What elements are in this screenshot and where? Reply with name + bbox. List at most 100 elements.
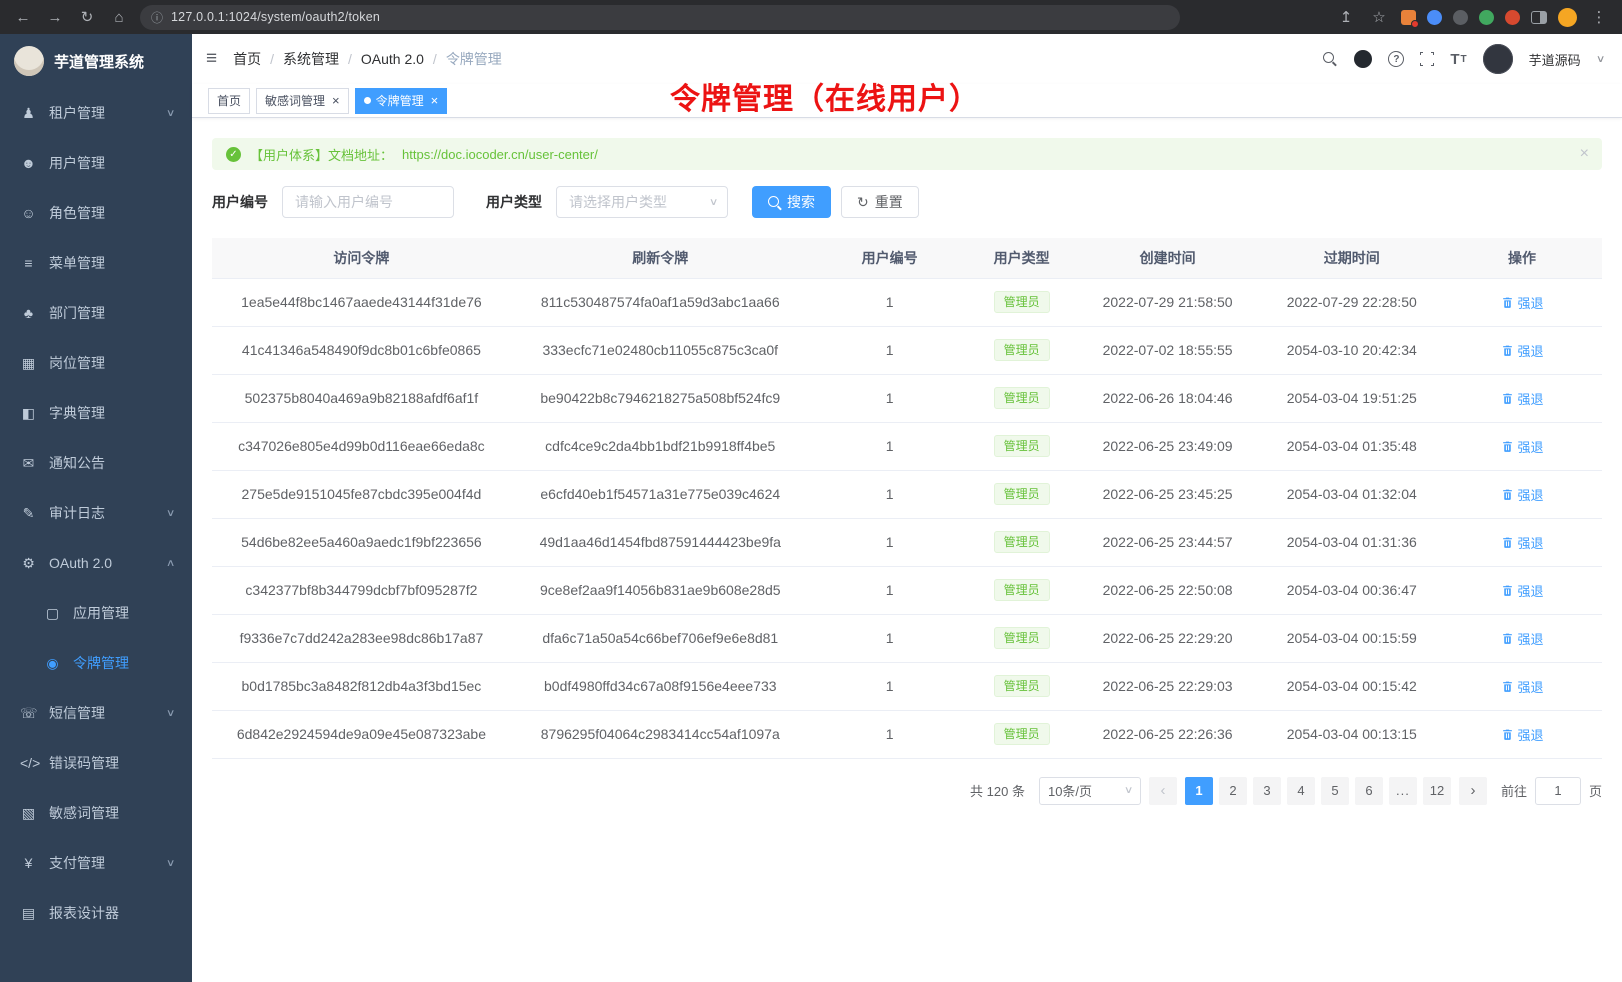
force-logout-button[interactable]: 强退	[1501, 341, 1544, 360]
sidebar-item-token[interactable]: ◉ 令牌管理	[0, 638, 192, 688]
search-button[interactable]: 搜索	[752, 186, 831, 218]
force-logout-button[interactable]: 强退	[1501, 293, 1544, 312]
sidebar-item-menu[interactable]: ≡ 菜单管理	[0, 238, 192, 288]
sidebar-item-sms[interactable]: ☏ 短信管理 ∨	[0, 688, 192, 738]
close-icon[interactable]: ×	[431, 94, 439, 107]
force-logout-button[interactable]: 强退	[1501, 725, 1544, 744]
sidebar-collapse-icon[interactable]: ≡	[206, 48, 217, 70]
sidebar-item-role[interactable]: ☺ 角色管理	[0, 188, 192, 238]
force-logout-button[interactable]: 强退	[1501, 389, 1544, 408]
breadcrumb-item[interactable]: OAuth 2.0	[361, 51, 424, 67]
font-size-icon[interactable]: TT	[1450, 51, 1466, 68]
sidebar-item-user[interactable]: ☻ 用户管理	[0, 138, 192, 188]
share-icon[interactable]: ↥	[1335, 8, 1357, 26]
sidebar-item-dict[interactable]: ◧ 字典管理	[0, 388, 192, 438]
sidebar-item-report[interactable]: ▤ 报表设计器	[0, 888, 192, 938]
user-id-input[interactable]	[282, 186, 454, 218]
page-button-1[interactable]: 1	[1185, 777, 1213, 805]
goto-label: 前往	[1501, 781, 1527, 800]
browser-profile-avatar[interactable]	[1558, 8, 1577, 27]
bookmark-star-icon[interactable]: ☆	[1368, 8, 1390, 26]
app-logo[interactable]: 芋道管理系统	[0, 34, 192, 88]
site-info-icon[interactable]: ⓘ	[151, 9, 163, 26]
force-logout-button[interactable]: 强退	[1501, 437, 1544, 456]
page-content: ✓ 【用户体系】文档地址： https://doc.iocoder.cn/use…	[192, 118, 1622, 982]
created-time-cell: 2022-06-26 18:04:46	[1074, 374, 1262, 422]
page-button-2[interactable]: 2	[1219, 777, 1247, 805]
sidebar-item-post[interactable]: ▦ 岗位管理	[0, 338, 192, 388]
extension-icon[interactable]	[1401, 10, 1416, 25]
column-header: 访问令牌	[212, 238, 511, 278]
tab-item[interactable]: 敏感词管理 ×	[256, 88, 349, 114]
reset-button[interactable]: ↻重置	[841, 186, 919, 218]
browser-actions: ↥ ☆ ⋮	[1335, 8, 1610, 27]
force-logout-button[interactable]: 强退	[1501, 485, 1544, 504]
next-page-button[interactable]: ›	[1459, 777, 1487, 805]
close-icon[interactable]: ×	[332, 94, 340, 107]
created-time-cell: 2022-06-25 22:29:03	[1074, 662, 1262, 710]
tab-item[interactable]: 令牌管理 ×	[355, 88, 448, 114]
extension-icon[interactable]	[1505, 10, 1520, 25]
delete-icon	[1501, 440, 1514, 453]
search-icon	[768, 196, 781, 209]
user-type-select-value: 请选择用户类型	[569, 192, 667, 212]
sidebar-item-notice[interactable]: ✉ 通知公告	[0, 438, 192, 488]
user-id-cell: 1	[810, 374, 970, 422]
chevron-down-icon[interactable]: ∨	[1596, 54, 1606, 65]
page-button-5[interactable]: 5	[1321, 777, 1349, 805]
page-button-6[interactable]: 6	[1355, 777, 1383, 805]
user-avatar[interactable]	[1483, 44, 1513, 74]
column-header: 过期时间	[1261, 238, 1442, 278]
forward-button[interactable]: →	[44, 9, 66, 26]
user-name[interactable]: 芋道源码	[1529, 50, 1581, 69]
user-type-badge: 管理员	[994, 435, 1050, 457]
tab-item[interactable]: 首页	[208, 88, 250, 114]
font-size-big: T	[1450, 51, 1459, 68]
github-icon[interactable]	[1354, 50, 1372, 68]
page-size-select[interactable]: 10条/页 ∨	[1039, 777, 1141, 805]
back-button[interactable]: ←	[12, 9, 34, 26]
page-button-3[interactable]: 3	[1253, 777, 1281, 805]
alert-text: 【用户体系】文档地址：	[250, 145, 393, 164]
help-icon[interactable]: ?	[1388, 51, 1404, 67]
created-time-cell: 2022-06-25 22:50:08	[1074, 566, 1262, 614]
sidebar-item-tenant[interactable]: ♟ 租户管理 ∨	[0, 88, 192, 138]
force-logout-button[interactable]: 强退	[1501, 581, 1544, 600]
url-bar[interactable]: ⓘ 127.0.0.1:1024/system/oauth2/token	[140, 5, 1180, 30]
sidebar-item-sensitive[interactable]: ▧ 敏感词管理	[0, 788, 192, 838]
force-logout-button[interactable]: 强退	[1501, 533, 1544, 552]
expire-time-cell: 2054-03-10 20:42:34	[1261, 326, 1442, 374]
prev-page-button[interactable]: ‹	[1149, 777, 1177, 805]
home-button[interactable]: ⌂	[108, 9, 130, 26]
user-type-select[interactable]: 请选择用户类型 ∨	[556, 186, 728, 218]
docs-link[interactable]: https://doc.iocoder.cn/user-center/	[402, 147, 598, 162]
dictionary-icon: ◧	[20, 405, 37, 422]
goto-page-input[interactable]	[1535, 777, 1581, 805]
reload-button[interactable]: ↻	[76, 8, 98, 26]
force-logout-button[interactable]: 强退	[1501, 629, 1544, 648]
browser-menu-icon[interactable]: ⋮	[1588, 8, 1610, 26]
extension-icon[interactable]	[1453, 10, 1468, 25]
sidebar-item-errcode[interactable]: </> 错误码管理	[0, 738, 192, 788]
page-more-button[interactable]: ...	[1389, 777, 1417, 805]
page-button-4[interactable]: 4	[1287, 777, 1315, 805]
table-header-row: 访问令牌刷新令牌用户编号用户类型创建时间过期时间操作	[212, 238, 1602, 278]
extension-icon[interactable]	[1479, 10, 1494, 25]
search-icon[interactable]	[1323, 52, 1338, 67]
sidebar-item-audit[interactable]: ✎ 审计日志 ∨	[0, 488, 192, 538]
alert-close-icon[interactable]: ×	[1580, 146, 1589, 162]
extension-icon[interactable]	[1427, 10, 1442, 25]
breadcrumb-item[interactable]: 系统管理	[283, 49, 339, 69]
sidebar-item-dept[interactable]: ♣ 部门管理	[0, 288, 192, 338]
force-logout-label: 强退	[1518, 677, 1544, 696]
sidebar-item-pay[interactable]: ¥ 支付管理 ∨	[0, 838, 192, 888]
page-button-12[interactable]: 12	[1423, 777, 1451, 805]
fullscreen-icon[interactable]	[1420, 52, 1434, 66]
side-panel-icon[interactable]	[1531, 11, 1547, 24]
force-logout-button[interactable]: 强退	[1501, 677, 1544, 696]
user-type-badge: 管理员	[994, 627, 1050, 649]
breadcrumb-item[interactable]: 首页	[233, 49, 261, 69]
sidebar-item-oauth[interactable]: ⚙ OAuth 2.0 ∧	[0, 538, 192, 588]
sidebar-item-oauth-app[interactable]: ▢ 应用管理	[0, 588, 192, 638]
chevron-up-icon: ∧	[166, 558, 176, 569]
